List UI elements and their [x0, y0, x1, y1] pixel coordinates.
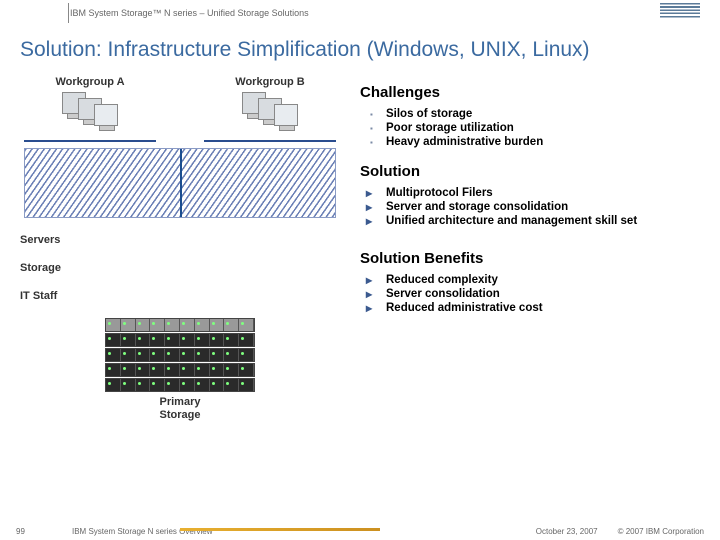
- workgroup-a: Workgroup A: [20, 76, 160, 142]
- computer-cluster-icon: [20, 92, 160, 136]
- benefits-heading: Solution Benefits: [360, 250, 700, 267]
- list-item: Reduced complexity: [360, 273, 700, 287]
- slide-footer: 99 IBM System Storage N series Overview …: [0, 522, 720, 540]
- servers-label: Servers: [20, 234, 340, 246]
- text-column: Challenges Silos of storage Poor storage…: [360, 76, 700, 422]
- computer-cluster-icon: [200, 92, 340, 136]
- header-subtitle: IBM System Storage™ N series – Unified S…: [70, 8, 309, 18]
- itstaff-label: IT Staff: [20, 290, 340, 302]
- list-item: Server consolidation: [360, 287, 700, 301]
- benefits-list: Reduced complexity Server consolidation …: [360, 273, 700, 315]
- storage-label: Storage: [20, 262, 340, 274]
- workgroup-a-label: Workgroup A: [20, 76, 160, 88]
- storage-rack-icon: [105, 318, 255, 392]
- solution-heading: Solution: [360, 163, 700, 180]
- header-divider: [68, 3, 69, 23]
- footer-accent-bar: [180, 528, 380, 531]
- list-item: Silos of storage: [360, 107, 700, 121]
- workgroup-b: Workgroup B: [200, 76, 340, 142]
- slide-header: IBM System Storage™ N series – Unified S…: [0, 0, 720, 26]
- primary-storage-label: Primary Storage: [20, 396, 340, 422]
- network-line: [204, 140, 336, 142]
- list-item: Heavy administrative burden: [360, 135, 700, 149]
- slide-content: Workgroup A Workgroup B Servers Storage …: [0, 76, 720, 422]
- challenges-list: Silos of storage Poor storage utilizatio…: [360, 107, 700, 149]
- workgroup-b-label: Workgroup B: [200, 76, 340, 88]
- slide-title: Solution: Infrastructure Simplification …: [0, 26, 720, 76]
- list-item: Multiprotocol Filers: [360, 186, 700, 200]
- page-number: 99: [16, 527, 56, 536]
- challenges-heading: Challenges: [360, 84, 700, 101]
- network-line: [24, 140, 156, 142]
- list-item: Unified architecture and management skil…: [360, 214, 700, 228]
- ibm-logo-icon: [660, 3, 700, 24]
- diagram-column: Workgroup A Workgroup B Servers Storage …: [20, 76, 340, 422]
- list-item: Reduced administrative cost: [360, 301, 700, 315]
- list-item: Poor storage utilization: [360, 121, 700, 135]
- hatched-area-icon: [24, 148, 336, 218]
- solution-list: Multiprotocol Filers Server and storage …: [360, 186, 700, 228]
- footer-copyright: © 2007 IBM Corporation: [618, 527, 704, 536]
- footer-date: October 23, 2007: [536, 527, 598, 536]
- list-item: Server and storage consolidation: [360, 200, 700, 214]
- vertical-connector: [180, 149, 182, 217]
